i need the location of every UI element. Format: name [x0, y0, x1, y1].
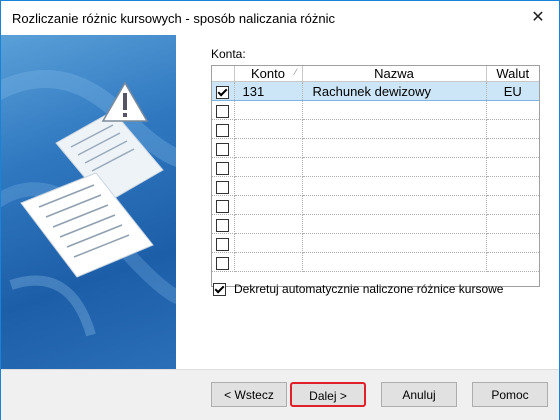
cell-konto[interactable]	[234, 233, 303, 253]
cell-konto[interactable]	[234, 252, 303, 272]
row-checkbox[interactable]	[216, 237, 230, 251]
row-checkbox-cell	[212, 157, 235, 177]
window-title: Rozliczanie różnic kursowych - sposób na…	[12, 11, 335, 26]
row-checkbox[interactable]	[216, 180, 230, 194]
cell-waluta[interactable]	[486, 157, 539, 177]
cell-waluta[interactable]	[486, 214, 539, 234]
cell-nazwa[interactable]	[302, 138, 487, 158]
next-button[interactable]: Dalej >	[290, 382, 366, 407]
cell-konto[interactable]	[234, 100, 303, 120]
back-button[interactable]: < Wstecz	[211, 382, 287, 407]
cell-nazwa[interactable]	[302, 214, 487, 234]
table-row[interactable]	[212, 252, 539, 272]
header-nazwa-label: Nazwa	[374, 66, 414, 81]
cell-waluta[interactable]	[486, 195, 539, 215]
table-row[interactable]	[212, 138, 539, 158]
cell-nazwa[interactable]	[302, 119, 487, 139]
help-button[interactable]: Pomoc	[472, 382, 548, 407]
header-waluta[interactable]: Walut	[486, 66, 539, 82]
cell-nazwa[interactable]: Rachunek dewizowy	[302, 81, 487, 101]
auto-decree-checkbox[interactable]	[213, 282, 226, 296]
cell-waluta[interactable]: EU	[486, 81, 539, 101]
table-row[interactable]	[212, 214, 539, 234]
cell-konto[interactable]	[234, 214, 303, 234]
header-waluta-label: Walut	[496, 66, 530, 81]
wizard-side-image	[1, 35, 176, 369]
row-checkbox-cell	[212, 176, 235, 196]
auto-decree-option[interactable]: Dekretuj automatycznie naliczone różnice…	[213, 282, 503, 296]
cell-waluta[interactable]	[486, 176, 539, 196]
table-row[interactable]: 131 Rachunek dewizowy EU	[212, 81, 539, 101]
table-row[interactable]	[212, 195, 539, 215]
cell-nazwa[interactable]	[302, 233, 487, 253]
row-checkbox-cell	[212, 214, 235, 234]
cell-waluta[interactable]	[486, 119, 539, 139]
cell-nazwa[interactable]	[302, 157, 487, 177]
konta-label: Konta:	[211, 47, 246, 61]
row-checkbox-cell	[212, 195, 235, 215]
row-checkbox-cell	[212, 100, 235, 120]
row-checkbox[interactable]	[216, 161, 230, 175]
row-checkbox[interactable]	[216, 123, 230, 137]
row-checkbox-cell	[212, 81, 235, 101]
cell-nazwa[interactable]	[302, 252, 487, 272]
row-checkbox-cell	[212, 233, 235, 253]
cell-konto[interactable]	[234, 157, 303, 177]
title-bar: Rozliczanie różnic kursowych - sposób na…	[1, 1, 559, 35]
table-row[interactable]	[212, 119, 539, 139]
table-row[interactable]	[212, 176, 539, 196]
row-checkbox-cell	[212, 138, 235, 158]
row-checkbox[interactable]	[216, 256, 230, 270]
grid-body: 131 Rachunek dewizowy EU	[212, 81, 539, 272]
cell-nazwa[interactable]	[302, 195, 487, 215]
wizard-content: Konta: Konto ⁄ Nazwa Walut 131 Rachunek de…	[176, 35, 559, 369]
auto-decree-label: Dekretuj automatycznie naliczone różnice…	[234, 282, 504, 296]
cell-konto[interactable]	[234, 195, 303, 215]
cell-waluta[interactable]	[486, 233, 539, 253]
cell-konto[interactable]	[234, 176, 303, 196]
button-bar: < Wstecz Dalej > Anuluj Pomoc	[1, 369, 559, 420]
row-checkbox[interactable]	[216, 142, 230, 156]
grid-header: Konto ⁄ Nazwa Walut	[212, 66, 539, 82]
documents-warning-illustration	[1, 70, 176, 337]
cell-waluta[interactable]	[486, 138, 539, 158]
header-checkbox-column	[212, 66, 235, 82]
table-row[interactable]	[212, 233, 539, 253]
row-checkbox-cell	[212, 252, 235, 272]
cell-nazwa[interactable]	[302, 176, 487, 196]
cancel-button[interactable]: Anuluj	[381, 382, 457, 407]
cell-waluta[interactable]	[486, 252, 539, 272]
cell-konto[interactable]	[234, 138, 303, 158]
row-checkbox[interactable]	[216, 199, 230, 213]
cell-waluta[interactable]	[486, 100, 539, 120]
row-checkbox[interactable]	[216, 104, 230, 118]
accounts-grid[interactable]: Konto ⁄ Nazwa Walut 131 Rachunek dewizowy E…	[211, 65, 540, 287]
row-checkbox[interactable]	[216, 218, 230, 232]
close-icon[interactable]: ✕	[527, 7, 549, 29]
header-konto-label: Konto	[251, 66, 285, 81]
cell-konto[interactable]: 131	[234, 81, 303, 101]
table-row[interactable]	[212, 100, 539, 120]
row-checkbox-cell	[212, 119, 235, 139]
wizard-window: Rozliczanie różnic kursowych - sposób na…	[0, 0, 560, 420]
accounts-table: Konto ⁄ Nazwa Walut 131 Rachunek dewizowy E…	[212, 66, 539, 272]
cell-konto[interactable]	[234, 119, 303, 139]
row-checkbox[interactable]	[216, 85, 230, 99]
sort-indicator-icon: ⁄	[294, 67, 297, 77]
table-row[interactable]	[212, 157, 539, 177]
header-konto[interactable]: Konto ⁄	[234, 66, 303, 82]
cell-nazwa[interactable]	[302, 100, 487, 120]
header-nazwa[interactable]: Nazwa	[302, 66, 487, 82]
